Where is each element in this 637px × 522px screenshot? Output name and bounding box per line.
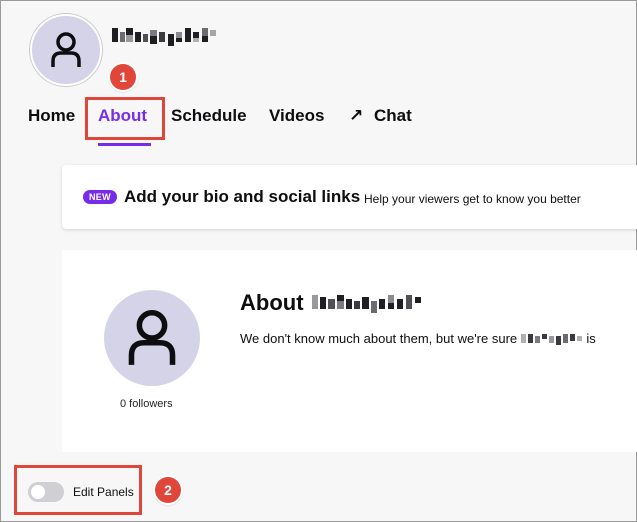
tab-chat[interactable]: ↗ Chat xyxy=(349,106,412,126)
callout-badge-2: 2 xyxy=(155,477,181,503)
active-tab-indicator xyxy=(98,143,151,146)
bio-banner[interactable]: NEW Add your bio and social links Help y… xyxy=(62,165,637,229)
tab-chat-label: Chat xyxy=(373,106,412,125)
about-heading-label: About xyxy=(240,290,304,315)
tab-home[interactable]: Home xyxy=(28,106,75,126)
tab-videos[interactable]: Videos xyxy=(269,106,324,126)
about-heading: About xyxy=(240,290,424,316)
banner-subtitle: Help your viewers get to know you better xyxy=(364,192,581,206)
user-silhouette-icon xyxy=(128,309,176,365)
tab-schedule[interactable]: Schedule xyxy=(171,106,247,126)
arrow-up-right-icon: ↗ xyxy=(349,106,364,125)
user-silhouette-icon xyxy=(51,32,81,67)
channel-avatar[interactable] xyxy=(30,14,102,86)
banner-title: Add your bio and social links xyxy=(124,187,361,206)
callout-highlight-about xyxy=(85,97,165,140)
edit-panels-label: Edit Panels xyxy=(73,485,134,499)
about-description-suffix: is xyxy=(586,331,596,346)
about-description: We don't know much about them, but we're… xyxy=(240,331,596,346)
followers-count: 0 followers xyxy=(120,398,173,410)
about-card: 0 followers About We don't know much abo… xyxy=(62,250,637,452)
callout-badge-1: 1 xyxy=(110,64,136,90)
channel-name-redacted xyxy=(311,295,421,313)
channel-name-redacted xyxy=(520,334,582,345)
channel-name-redacted xyxy=(112,28,216,46)
about-description-prefix: We don't know much about them, but we're… xyxy=(240,331,518,346)
toggle-knob xyxy=(31,485,45,499)
about-avatar xyxy=(104,290,200,386)
new-badge: NEW xyxy=(83,190,117,204)
edit-panels-toggle[interactable] xyxy=(28,482,64,502)
